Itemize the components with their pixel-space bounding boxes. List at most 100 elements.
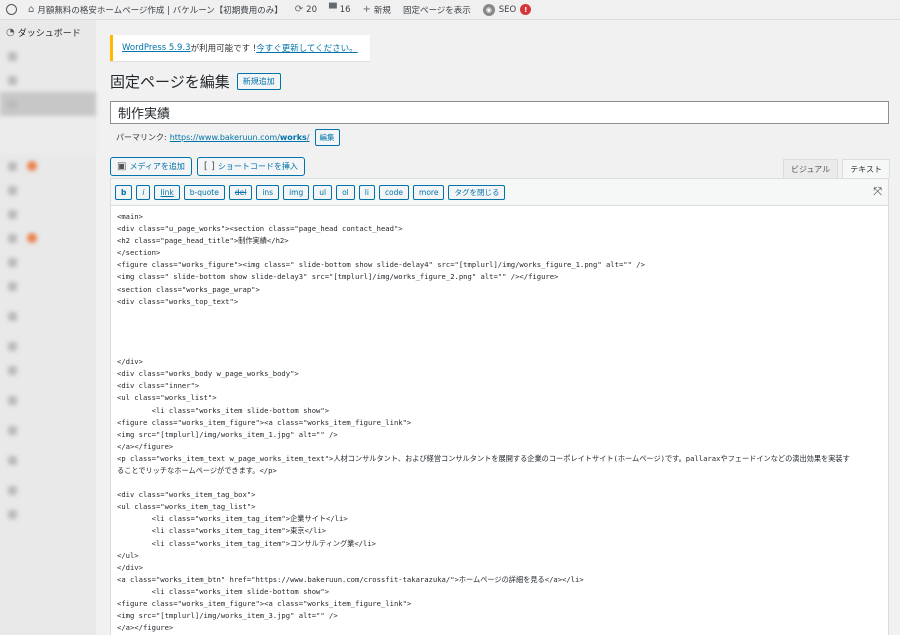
update-icon: ⟳ [294, 4, 304, 15]
seo-alert-badge: ! [520, 4, 532, 15]
content-textarea[interactable]: <main> <div class="u_page_works"><sectio… [111, 206, 888, 635]
qt-blockquote-button[interactable]: b-quote [183, 184, 225, 200]
qt-link-button[interactable]: link [154, 184, 180, 200]
permalink-base: https://www.bakeruun.com/ [169, 133, 280, 142]
sidebar-item-label: ダッシュボード [17, 28, 81, 39]
add-media-label: メディアを追加 [129, 162, 185, 171]
qt-del-button[interactable]: del [228, 184, 253, 200]
sidebar-item-blurred[interactable] [0, 502, 96, 526]
shortcode-label: ショートコードを挿入 [217, 162, 298, 171]
menu-icon [8, 365, 17, 375]
sidebar-item-blurred[interactable] [0, 44, 96, 68]
comments-link[interactable]: ▀ 16 [323, 0, 357, 20]
permalink-link[interactable]: https://www.bakeruun.com/works/ [170, 133, 310, 142]
sidebar-item-blurred[interactable] [0, 68, 96, 92]
sidebar-submenu-blurred [0, 116, 96, 154]
add-media-button[interactable]: ▣ メディアを追加 [110, 157, 192, 176]
shortcode-icon: [ ] [203, 161, 215, 172]
text-editor: b i link b-quote del ins img ul ol li co… [110, 178, 889, 635]
sidebar-item-blurred[interactable] [0, 226, 96, 250]
sidebar-item-blurred[interactable] [0, 382, 96, 418]
sidebar-item-blurred[interactable] [0, 250, 96, 274]
sidebar-item-blurred[interactable] [0, 418, 96, 442]
notification-badge [27, 161, 37, 171]
sidebar-item-blurred[interactable] [0, 442, 96, 478]
sidebar-item-blurred[interactable] [0, 202, 96, 226]
menu-icon [8, 161, 17, 171]
tab-text[interactable]: テキスト [842, 159, 890, 178]
sidebar-blurred-menu [0, 44, 96, 526]
menu-icon [8, 233, 17, 243]
wordpress-logo-icon[interactable] [0, 0, 22, 20]
permalink-row: パーマリンク: https://www.bakeruun.com/works/ … [116, 129, 340, 146]
page-title-row: 固定ページを編集 新規追加 [110, 71, 281, 92]
view-page-link[interactable]: 固定ページを表示 [397, 0, 477, 20]
seo-icon: ◉ [482, 3, 495, 16]
menu-icon [8, 311, 17, 321]
menu-icon [8, 395, 17, 405]
sidebar-item-blurred[interactable] [0, 334, 96, 358]
post-title-input[interactable]: 制作実績 [110, 101, 889, 124]
notification-badge [27, 233, 37, 243]
media-buttons: ▣ メディアを追加 [ ] ショートコードを挿入 [110, 157, 305, 176]
qt-img-button[interactable]: img [283, 184, 310, 200]
qt-code-button[interactable]: code [378, 184, 410, 200]
qt-italic-button[interactable]: i [136, 184, 151, 200]
menu-icon [8, 455, 17, 465]
menu-icon [8, 341, 17, 351]
sidebar-item-blurred[interactable] [0, 358, 96, 382]
sidebar-item-blurred[interactable] [0, 298, 96, 334]
site-title: 月額無料の格安ホームページ作成 | バケルーン【初期費用のみ】 [37, 5, 283, 16]
menu-icon [8, 509, 17, 519]
dashboard-icon: ◔ [6, 26, 15, 38]
fullscreen-icon[interactable]: ⤧ [873, 185, 882, 199]
seo-menu[interactable]: ◉ SEO ! [477, 0, 537, 20]
menu-icon [8, 209, 17, 219]
sidebar-item-blurred[interactable] [0, 178, 96, 202]
sidebar-item-dashboard[interactable]: ◔ ダッシュボード [0, 20, 96, 44]
sidebar-item-blurred[interactable] [0, 154, 96, 178]
edit-permalink-button[interactable]: 編集 [314, 129, 340, 146]
permalink-slug: works [279, 133, 307, 142]
menu-icon [8, 425, 17, 435]
permalink-label: パーマリンク: [116, 133, 167, 142]
wordpress-version-link[interactable]: WordPress 5.9.3 [122, 43, 191, 53]
add-new-button[interactable]: 新規追加 [236, 73, 281, 90]
permalink-trailing: / [306, 133, 310, 142]
insert-shortcode-button[interactable]: [ ] ショートコードを挿入 [196, 157, 305, 176]
menu-icon [8, 185, 17, 195]
editor-tabs: ビジュアル テキスト [779, 159, 890, 178]
updates-count: 20 [306, 4, 317, 15]
notice-text: が利用可能です ! [190, 44, 257, 54]
qt-bold-button[interactable]: b [115, 184, 133, 200]
updates-link[interactable]: ⟳ 20 [289, 0, 323, 20]
qt-ul-button[interactable]: ul [313, 184, 333, 200]
quicktags-toolbar: b i link b-quote del ins img ul ol li co… [111, 179, 888, 206]
qt-ins-button[interactable]: ins [256, 184, 280, 200]
view-page-label: 固定ページを表示 [402, 5, 471, 16]
home-icon: ⌂ [28, 4, 35, 15]
qt-more-button[interactable]: more [413, 184, 445, 200]
new-content-link[interactable]: + 新規 [357, 0, 397, 20]
plus-icon: + [362, 4, 371, 15]
media-icon: ▣ [117, 161, 127, 172]
seo-label: SEO [498, 4, 517, 15]
menu-icon [8, 99, 17, 109]
qt-close-tags-button[interactable]: タグを閉じる [448, 184, 506, 200]
sidebar-item-blurred-active[interactable] [0, 92, 96, 116]
qt-ol-button[interactable]: ol [336, 184, 355, 200]
comment-icon: ▀ [329, 4, 337, 15]
update-notice: WordPress 5.9.3 が利用可能です ! 今すぐ更新してください。 [110, 35, 370, 61]
new-label: 新規 [373, 5, 391, 16]
admin-bar: ⌂ 月額無料の格安ホームページ作成 | バケルーン【初期費用のみ】 ⟳ 20 ▀… [0, 0, 900, 20]
update-now-link[interactable]: 今すぐ更新してください。 [256, 42, 358, 54]
qt-li-button[interactable]: li [358, 184, 375, 200]
comments-count: 16 [339, 4, 351, 15]
sidebar-item-blurred[interactable] [0, 478, 96, 502]
menu-icon [8, 257, 17, 267]
menu-icon [8, 75, 17, 85]
menu-icon [8, 281, 17, 291]
tab-visual[interactable]: ビジュアル [783, 159, 839, 178]
sidebar-item-blurred[interactable] [0, 274, 96, 298]
site-name-link[interactable]: ⌂ 月額無料の格安ホームページ作成 | バケルーン【初期費用のみ】 [22, 0, 289, 20]
